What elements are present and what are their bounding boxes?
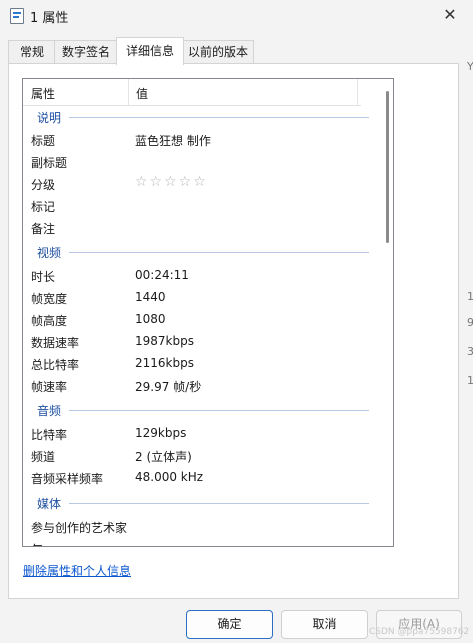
column-header-property[interactable]: 属性	[31, 85, 55, 102]
rating-stars-icon[interactable]: ☆☆☆☆☆	[135, 174, 208, 190]
group-divider	[69, 252, 369, 253]
group-audio[interactable]: 音频	[37, 402, 61, 419]
value-frame-width[interactable]: 1440	[135, 290, 166, 304]
watermark: CSDN @ppa75598762	[369, 627, 470, 637]
title-bar: 1 属性 ✕	[0, 0, 473, 32]
group-divider	[69, 117, 369, 118]
background-text-fragment: 3	[467, 345, 473, 358]
tab-details[interactable]: 详细信息	[116, 37, 184, 65]
value-title[interactable]: 蓝色狂想 制作	[135, 132, 211, 149]
background-text-fragment: Y	[467, 60, 473, 73]
background-text-fragment: 1	[467, 374, 473, 387]
vertical-scrollbar[interactable]	[379, 79, 393, 546]
window-title: 1 属性	[30, 11, 69, 26]
group-media[interactable]: 媒体	[37, 495, 61, 512]
value-bitrate[interactable]: 129kbps	[135, 426, 186, 440]
prop-year[interactable]: 年	[31, 541, 43, 546]
prop-bitrate[interactable]: 比特率	[31, 426, 67, 443]
background-text-fragment: 1	[467, 290, 473, 303]
value-data-rate[interactable]: 1987kbps	[135, 334, 194, 348]
value-total-bitrate[interactable]: 2116kbps	[135, 356, 194, 370]
group-divider	[69, 410, 369, 411]
remove-properties-link[interactable]: 删除属性和个人信息	[23, 562, 131, 579]
scrollbar-thumb[interactable]	[386, 91, 389, 243]
prop-tags[interactable]: 标记	[31, 198, 55, 215]
column-divider[interactable]	[357, 79, 358, 105]
group-description[interactable]: 说明	[37, 109, 61, 126]
prop-title[interactable]: 标题	[31, 132, 55, 149]
prop-comments[interactable]: 备注	[31, 220, 55, 237]
prop-total-bitrate[interactable]: 总比特率	[31, 356, 79, 373]
prop-subtitle[interactable]: 副标题	[31, 154, 67, 171]
cancel-button[interactable]: 取消	[281, 610, 368, 639]
group-video[interactable]: 视频	[37, 244, 61, 261]
prop-channels[interactable]: 频道	[31, 448, 55, 465]
value-frame-height[interactable]: 1080	[135, 312, 166, 326]
prop-frame-rate[interactable]: 帧速率	[31, 378, 67, 395]
column-divider[interactable]	[128, 79, 129, 105]
prop-rating[interactable]: 分级	[31, 176, 55, 193]
list-header: 属性 值	[23, 79, 361, 106]
prop-sample-rate[interactable]: 音频采样频率	[31, 470, 103, 487]
tab-previous-versions[interactable]: 以前的版本	[182, 40, 254, 64]
group-divider	[69, 503, 369, 504]
value-frame-rate[interactable]: 29.97 帧/秒	[135, 378, 201, 395]
prop-frame-height[interactable]: 帧高度	[31, 312, 67, 329]
property-list[interactable]: 属性 值 说明 标题 蓝色狂想 制作 副标题 分级 ☆☆☆☆☆ 标记 备注 视频…	[22, 78, 394, 547]
value-length[interactable]: 00:24:11	[135, 268, 189, 282]
tab-general[interactable]: 常规	[8, 40, 56, 64]
ok-button[interactable]: 确定	[186, 610, 273, 639]
background-text-fragment: 9	[467, 316, 473, 329]
tab-digital-signatures[interactable]: 数字签名	[54, 40, 118, 64]
prop-data-rate[interactable]: 数据速率	[31, 334, 79, 351]
column-header-value[interactable]: 值	[136, 85, 148, 102]
close-icon[interactable]: ✕	[427, 0, 473, 32]
file-properties-icon	[10, 8, 24, 24]
prop-contributing-artists[interactable]: 参与创作的艺术家	[31, 519, 127, 536]
prop-frame-width[interactable]: 帧宽度	[31, 290, 67, 307]
value-sample-rate[interactable]: 48.000 kHz	[135, 470, 203, 484]
prop-length[interactable]: 时长	[31, 268, 55, 285]
value-channels[interactable]: 2 (立体声)	[135, 448, 192, 465]
